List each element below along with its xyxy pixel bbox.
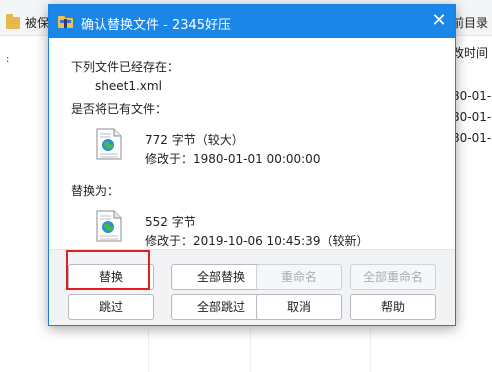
new-file-icon <box>96 210 122 242</box>
background-left-marker: : <box>6 54 10 65</box>
background-tab-label: 被保 <box>25 16 50 30</box>
skip-button[interactable]: 跳过 <box>68 294 154 320</box>
new-file-size: 552 字节 <box>145 215 196 229</box>
column-divider <box>370 330 371 372</box>
background-current-dir-label: 前目录 <box>452 16 489 30</box>
column-divider <box>148 330 149 372</box>
existing-file-size: 772 字节（较大） <box>145 133 244 147</box>
folder-icon <box>6 13 20 29</box>
list-item[interactable]: 80-01-0 <box>452 86 492 107</box>
replace-button-highlight <box>66 250 150 290</box>
replace-question-label: 是否将已有文件： <box>71 102 168 116</box>
new-file-modified: 修改于：2019-10-06 10:45:39（较新） <box>145 234 369 248</box>
background-date-list: 80-01-0 80-01-0 80-01-0 <box>452 86 492 149</box>
modified-time-column-header[interactable]: 改时间 <box>452 44 488 61</box>
existing-file-modified: 修改于：1980-01-01 00:00:00 <box>145 152 321 166</box>
haozip-app-icon <box>58 16 73 28</box>
existing-file-icon <box>96 128 122 160</box>
dialog-body: 下列文件已经存在： sheet1.xml 是否将已有文件： 772 字节（较大）… <box>49 38 455 248</box>
cancel-button[interactable]: 取消 <box>256 294 342 320</box>
help-button[interactable]: 帮助 <box>350 294 436 320</box>
rename-all-button[interactable]: 全部重命名 <box>350 264 436 290</box>
close-icon[interactable]: ✕ <box>429 11 449 31</box>
replace-with-label: 替换为： <box>71 184 120 198</box>
background-tab[interactable]: 被保 <box>6 13 50 31</box>
column-divider <box>250 330 251 372</box>
list-item[interactable]: 80-01-0 <box>452 107 492 128</box>
dialog-titlebar[interactable]: 确认替换文件 - 2345好压 ✕ <box>49 5 455 38</box>
list-item[interactable]: 80-01-0 <box>452 128 492 149</box>
rename-button[interactable]: 重命名 <box>256 264 342 290</box>
filename: sheet1.xml <box>95 79 162 93</box>
existing-file-label: 下列文件已经存在： <box>71 60 180 74</box>
dialog-title: 确认替换文件 - 2345好压 <box>81 18 232 33</box>
